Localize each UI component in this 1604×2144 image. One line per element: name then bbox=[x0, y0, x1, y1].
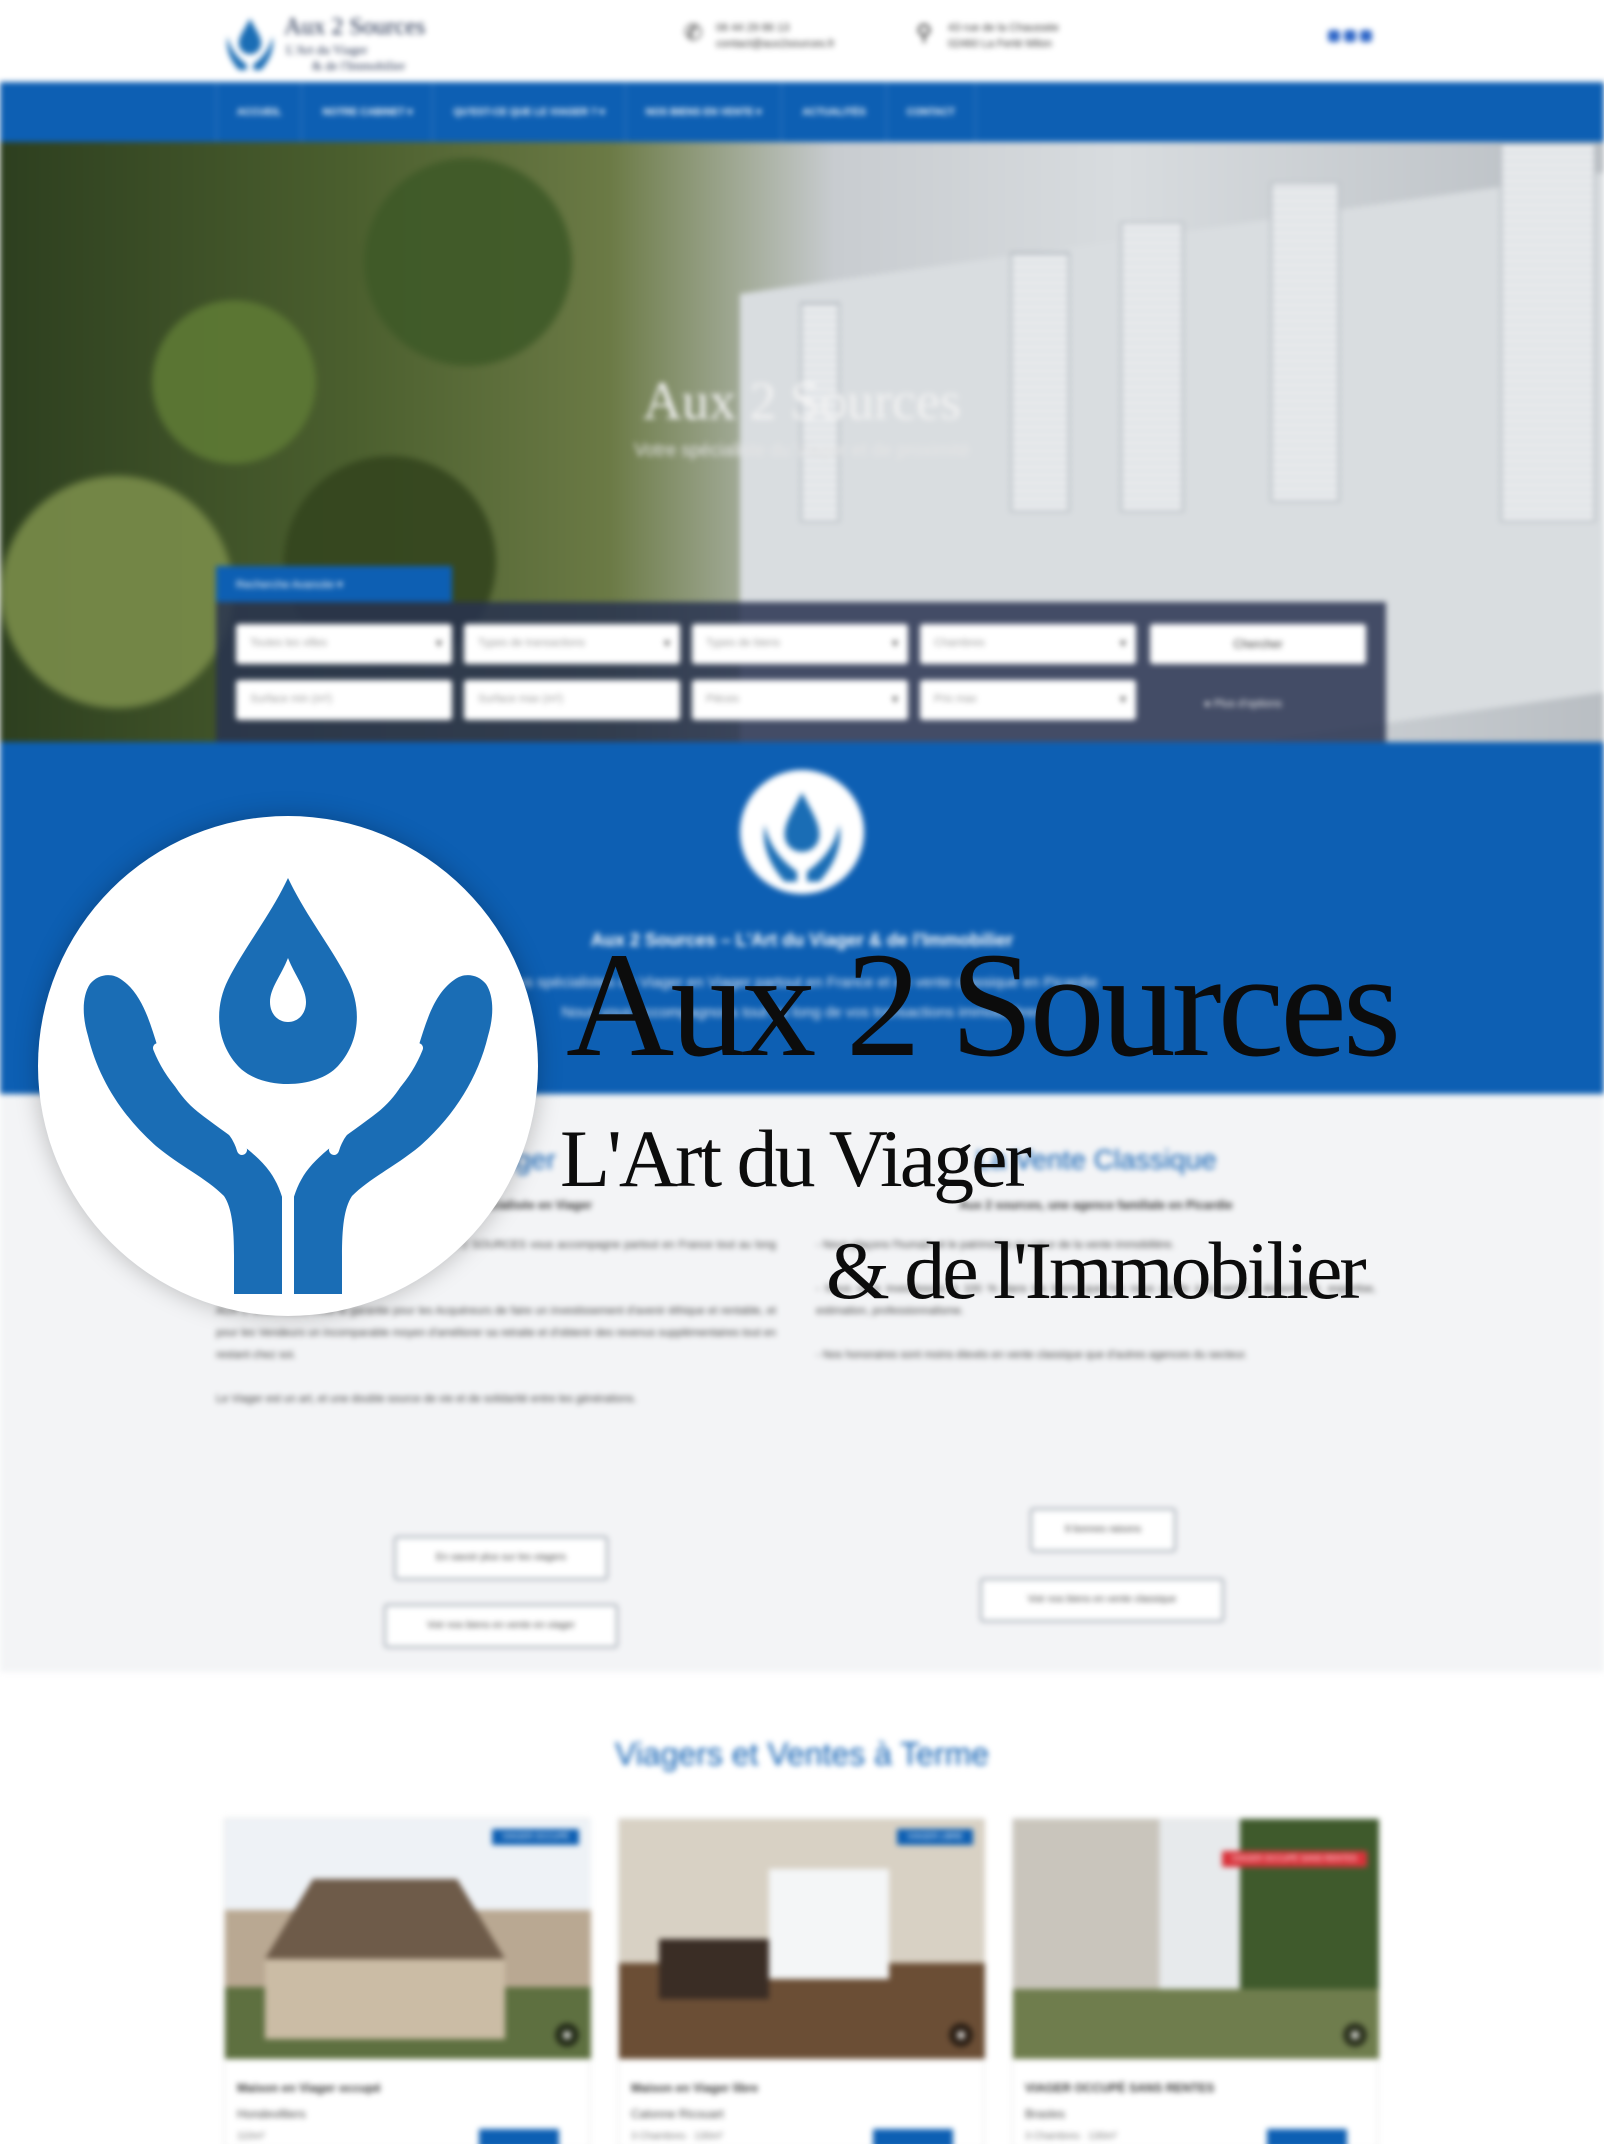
listing-city: Calonne Ricouart bbox=[631, 2107, 724, 2121]
main-navigation: ACCUEIL NOTRE CABINET ▾ QU'EST-CE QUE LE… bbox=[0, 82, 1604, 142]
listing-card[interactable]: VIAGER LIBRE ◉ Maison en Viager libre Ca… bbox=[618, 1818, 985, 2144]
search-max-price-select[interactable]: Prix max bbox=[920, 680, 1136, 720]
listing-badge: VIAGER LIBRE bbox=[897, 1829, 973, 1845]
room-sofa bbox=[659, 1939, 769, 1999]
search-city-select[interactable]: Toutes les villes bbox=[236, 624, 452, 664]
header-email[interactable]: contact@aux2sources.fr bbox=[716, 36, 835, 52]
listing-details: 3 Chambres · 130m² bbox=[1025, 2131, 1117, 2142]
listing-more-button[interactable] bbox=[1267, 2129, 1347, 2144]
listing-photo[interactable]: VIAGER OCCUPÉ ◉ bbox=[225, 1819, 591, 2059]
camera-icon[interactable]: ◉ bbox=[1343, 2023, 1367, 2047]
listing-type: Maison en Viager occupé bbox=[237, 2081, 381, 2095]
search-panel: Toutes les villes Types de transactions … bbox=[216, 602, 1386, 742]
listing-type: Maison en Viager libre bbox=[631, 2081, 759, 2095]
nav-biens-en-vente[interactable]: NOS BIENS EN VENTE ▾ bbox=[624, 82, 782, 142]
nav-contact[interactable]: CONTACT bbox=[885, 82, 976, 142]
learn-viager-button[interactable]: En savoir plus sur les viagers bbox=[394, 1536, 608, 1580]
nav-actualites[interactable]: ACTUALITÉS bbox=[781, 82, 885, 142]
header-address-line-2: 02460 La Ferté Milon bbox=[948, 38, 1052, 50]
garden bbox=[1013, 1989, 1379, 2059]
listing-badge: VIAGER OCCUPÉ SANS RENTES bbox=[1221, 1851, 1367, 1867]
listing-city: Brasles bbox=[1025, 2107, 1066, 2121]
map-pin-icon: ⚲ bbox=[916, 20, 933, 45]
listing-details: 3 Chambres · 130m² bbox=[631, 2131, 723, 2142]
site-header: Aux 2 Sources L'Art du Viager & de l'Imm… bbox=[0, 0, 1604, 82]
hero-subtitle: Votre spécialiste du Viager et de proxim… bbox=[634, 440, 970, 460]
social-links bbox=[1328, 30, 1372, 42]
nav-notre-cabinet[interactable]: NOTRE CABINET ▾ bbox=[301, 82, 432, 142]
search-bedrooms-select[interactable]: Chambres bbox=[920, 624, 1136, 664]
listing-details: 110m² bbox=[237, 2131, 265, 2142]
listing-city: Hondevilliers bbox=[237, 2107, 306, 2121]
header-contact-phone[interactable]: ✆ 06 44 29 86 13 contact@aux2sources.fr bbox=[684, 20, 835, 52]
youtube-icon[interactable] bbox=[1360, 30, 1372, 42]
search-property-type-select[interactable]: Types de biens bbox=[692, 624, 908, 664]
brand-tagline-1: L'Art du Viager bbox=[560, 1113, 1032, 1204]
classic-sale-paragraph-3: - Nos honoraires sont moins élevés en ve… bbox=[816, 1349, 1248, 1361]
room-window bbox=[769, 1869, 889, 1979]
header-address-line-1: 43 rue de la Chaussée bbox=[948, 22, 1059, 34]
listing-photo[interactable]: VIAGER OCCUPÉ SANS RENTES ◉ bbox=[1013, 1819, 1379, 2059]
brand-name: Aux 2 Sources bbox=[566, 922, 1401, 1088]
see-classic-listings-button[interactable]: Voir nos biens en vente classique bbox=[980, 1578, 1224, 1622]
listing-more-button[interactable] bbox=[479, 2129, 559, 2144]
search-min-area-input[interactable]: Surface min (m²) bbox=[236, 680, 452, 720]
search-button[interactable]: Chercher bbox=[1150, 624, 1366, 664]
advanced-search-tab[interactable]: Recherche Avancée ▾ bbox=[216, 566, 452, 602]
listings-title: Viagers et Ventes à Terme bbox=[614, 1736, 990, 1772]
camera-icon[interactable]: ◉ bbox=[555, 2023, 579, 2047]
more-options-toggle[interactable]: ● Plus d'options bbox=[1204, 698, 1282, 710]
listing-card[interactable]: VIAGER OCCUPÉ SANS RENTES ◉ VIAGER OCCUP… bbox=[1012, 1818, 1379, 2144]
listing-card[interactable]: VIAGER OCCUPÉ ◉ Maison en Viager occupé … bbox=[224, 1818, 591, 2144]
brand-logo-circle bbox=[38, 816, 538, 1316]
water-drop-hands-icon bbox=[227, 18, 273, 70]
intro-logo bbox=[740, 770, 864, 894]
water-drop-hands-icon bbox=[83, 878, 493, 1306]
header-phone[interactable]: 06 44 29 86 13 bbox=[716, 20, 835, 36]
listing-type: VIAGER OCCUPÉ SANS RENTES bbox=[1025, 2081, 1215, 2095]
nine-reasons-button[interactable]: 9 bonnes raisons bbox=[1030, 1508, 1176, 1552]
hero-title: Aux 2 Sources bbox=[643, 371, 961, 431]
listing-more-button[interactable] bbox=[873, 2129, 953, 2144]
header-logo-name: Aux 2 Sources bbox=[284, 14, 426, 40]
header-logo[interactable]: Aux 2 Sources L'Art du Viager & de l'Imm… bbox=[222, 8, 462, 78]
viager-paragraph-3: Le Viager est un art, et une double sour… bbox=[216, 1393, 637, 1405]
header-contact-address: ⚲ 43 rue de la Chaussée 02460 La Ferté M… bbox=[916, 20, 1059, 52]
camera-icon[interactable]: ◉ bbox=[949, 2023, 973, 2047]
phone-icon: ✆ bbox=[684, 20, 703, 45]
header-logo-tagline-1: L'Art du Viager bbox=[286, 42, 368, 57]
nav-accueil[interactable]: ACCUEIL bbox=[216, 82, 301, 142]
search-rooms-select[interactable]: Pièces bbox=[692, 680, 908, 720]
hero-shutter bbox=[1500, 142, 1596, 522]
brand-tagline-2: & de l'Immobilier bbox=[826, 1225, 1367, 1316]
house-facade bbox=[265, 1959, 505, 2039]
search-max-area-input[interactable]: Surface max (m²) bbox=[464, 680, 680, 720]
facebook-icon[interactable] bbox=[1328, 30, 1340, 42]
header-logo-tagline-2: & de l'Immobilier bbox=[312, 58, 406, 73]
see-viager-listings-button[interactable]: Voir nos biens en vente en viager bbox=[384, 1604, 618, 1648]
nav-viager[interactable]: QU'EST-CE QUE LE VIAGER ? ▾ bbox=[432, 82, 624, 142]
hero-shutter bbox=[1120, 222, 1184, 512]
water-drop-hands-icon bbox=[764, 792, 840, 882]
house-roof bbox=[265, 1879, 505, 1959]
search-transaction-select[interactable]: Types de transactions bbox=[464, 624, 680, 664]
linkedin-icon[interactable] bbox=[1344, 30, 1356, 42]
listing-photo[interactable]: VIAGER LIBRE ◉ bbox=[619, 1819, 985, 2059]
listing-badge: VIAGER OCCUPÉ bbox=[492, 1829, 579, 1845]
more-options-label: Plus d'options bbox=[1213, 698, 1282, 710]
